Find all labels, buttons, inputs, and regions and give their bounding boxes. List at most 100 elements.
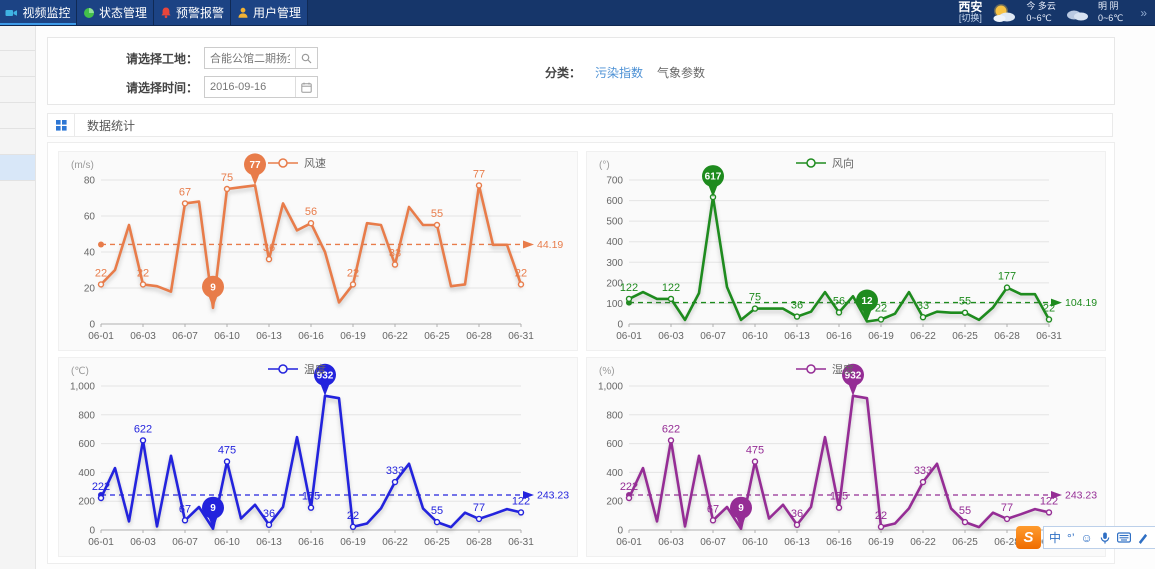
svg-text:22: 22: [1043, 302, 1055, 314]
svg-text:22: 22: [347, 510, 359, 522]
weather-today-day: 今: [1026, 1, 1035, 11]
svg-text:06-31: 06-31: [508, 331, 534, 342]
svg-text:55: 55: [431, 208, 443, 220]
svg-text:77: 77: [473, 168, 485, 180]
svg-text:56: 56: [305, 206, 317, 218]
sogou-logo[interactable]: S: [1016, 526, 1041, 549]
category-pollution-index[interactable]: 污染指数: [595, 64, 643, 81]
sidebar-item[interactable]: [0, 77, 35, 103]
city-switch-link[interactable]: [切换]: [958, 14, 982, 24]
svg-text:22: 22: [137, 267, 149, 279]
svg-text:(℃): (℃): [71, 366, 89, 377]
svg-text:55: 55: [959, 505, 971, 517]
camera-icon: [5, 7, 18, 19]
svg-text:风速: 风速: [304, 157, 326, 170]
nav-item-status-manage[interactable]: 状态管理: [77, 0, 154, 25]
nav-item-user-manage[interactable]: 用户管理: [231, 0, 308, 25]
date-picker-button[interactable]: [295, 77, 317, 97]
nav-item-label: 预警报警: [176, 4, 224, 21]
svg-text:1,000: 1,000: [598, 382, 623, 393]
category-weather-params[interactable]: 气象参数: [657, 64, 705, 81]
svg-text:(m/s): (m/s): [71, 160, 94, 171]
svg-text:44.19: 44.19: [537, 239, 563, 251]
ime-handwriting-button[interactable]: [1137, 532, 1148, 544]
svg-text:155: 155: [830, 491, 848, 503]
svg-text:风向: 风向: [832, 156, 854, 170]
ime-punctuation-button[interactable]: °’: [1067, 532, 1074, 544]
top-navbar: 视频监控 状态管理 预警报警 用户管理 西安 [切换] 今 多云 0~6℃ 明 …: [0, 0, 1155, 26]
svg-text:400: 400: [606, 468, 623, 479]
svg-text:06-25: 06-25: [952, 537, 978, 548]
weather-tomorrow-desc: 阴: [1109, 1, 1118, 11]
ime-voice-button[interactable]: [1099, 531, 1111, 545]
svg-text:155: 155: [302, 491, 320, 503]
svg-text:湿度: 湿度: [832, 362, 854, 376]
svg-text:77: 77: [1001, 502, 1013, 514]
calendar-icon: [301, 82, 312, 93]
svg-text:475: 475: [218, 445, 236, 457]
sidebar-item[interactable]: [0, 51, 35, 77]
svg-text:400: 400: [78, 468, 95, 479]
svg-text:600: 600: [606, 439, 623, 450]
svg-text:500: 500: [606, 217, 623, 228]
svg-text:100: 100: [606, 299, 623, 310]
sidebar-item[interactable]: [0, 103, 35, 129]
ime-chinese-mode-button[interactable]: 中: [1049, 532, 1061, 544]
nav-item-warning-alarm[interactable]: 预警报警: [154, 0, 231, 25]
sidebar-item[interactable]: [0, 129, 35, 155]
svg-text:06-25: 06-25: [424, 331, 450, 342]
svg-text:600: 600: [606, 196, 623, 207]
svg-text:06-16: 06-16: [826, 331, 852, 342]
svg-text:22: 22: [347, 267, 359, 279]
more-weather-link[interactable]: »: [1140, 6, 1147, 20]
site-search-button[interactable]: [295, 48, 317, 68]
svg-text:06-10: 06-10: [742, 537, 768, 548]
svg-text:700: 700: [606, 176, 623, 187]
svg-text:9: 9: [738, 503, 744, 514]
svg-text:0: 0: [89, 320, 95, 331]
time-select-label: 请选择时间：: [48, 79, 198, 96]
navbar-weather-area: 西安 [切换] 今 多云 0~6℃ 明 阴 0~6℃ »: [958, 0, 1155, 25]
sidebar-item[interactable]: [0, 25, 35, 51]
svg-text:06-28: 06-28: [466, 331, 492, 342]
bell-icon: [160, 7, 172, 19]
site-input[interactable]: [205, 52, 295, 64]
time-select-field: [204, 76, 318, 98]
site-select-label: 请选择工地：: [48, 50, 198, 67]
sun-cloud-icon: [991, 3, 1017, 23]
svg-text:06-01: 06-01: [88, 331, 114, 342]
svg-text:9: 9: [210, 282, 216, 293]
svg-text:75: 75: [221, 172, 233, 184]
grid-icon-cell: [48, 114, 75, 136]
weather-tomorrow-temp: 0~6℃: [1098, 13, 1123, 25]
ime-keyboard-button[interactable]: [1117, 532, 1131, 543]
weather-today-temp: 0~6℃: [1026, 13, 1056, 25]
svg-text:06-13: 06-13: [256, 331, 282, 342]
svg-text:67: 67: [179, 503, 191, 515]
nav-item-video-monitor[interactable]: 视频监控: [0, 0, 77, 25]
svg-text:06-22: 06-22: [382, 331, 408, 342]
svg-text:06-16: 06-16: [298, 331, 324, 342]
svg-text:33: 33: [389, 248, 401, 260]
svg-text:06-28: 06-28: [466, 537, 492, 548]
svg-text:06-07: 06-07: [172, 537, 198, 548]
ime-emoji-button[interactable]: ☺: [1080, 532, 1092, 544]
temperature-card: 02004006008001,00006-0106-0306-0706-1006…: [58, 357, 578, 557]
svg-text:06-10: 06-10: [742, 331, 768, 342]
svg-text:06-03: 06-03: [658, 331, 684, 342]
svg-text:06-19: 06-19: [340, 537, 366, 548]
date-input[interactable]: [205, 81, 295, 93]
svg-text:36: 36: [263, 242, 275, 254]
data-statistics-header: 数据统计: [47, 113, 1113, 137]
svg-text:77: 77: [473, 502, 485, 514]
svg-text:06-07: 06-07: [700, 537, 726, 548]
svg-text:200: 200: [78, 497, 95, 508]
svg-text:06-07: 06-07: [172, 331, 198, 342]
svg-text:243.23: 243.23: [1065, 489, 1097, 501]
svg-text:06-22: 06-22: [382, 537, 408, 548]
site-select-field: [204, 47, 318, 69]
status-icon: [83, 7, 95, 19]
svg-text:0: 0: [617, 320, 623, 331]
svg-text:800: 800: [78, 410, 95, 421]
sidebar-item-active[interactable]: [0, 155, 35, 181]
